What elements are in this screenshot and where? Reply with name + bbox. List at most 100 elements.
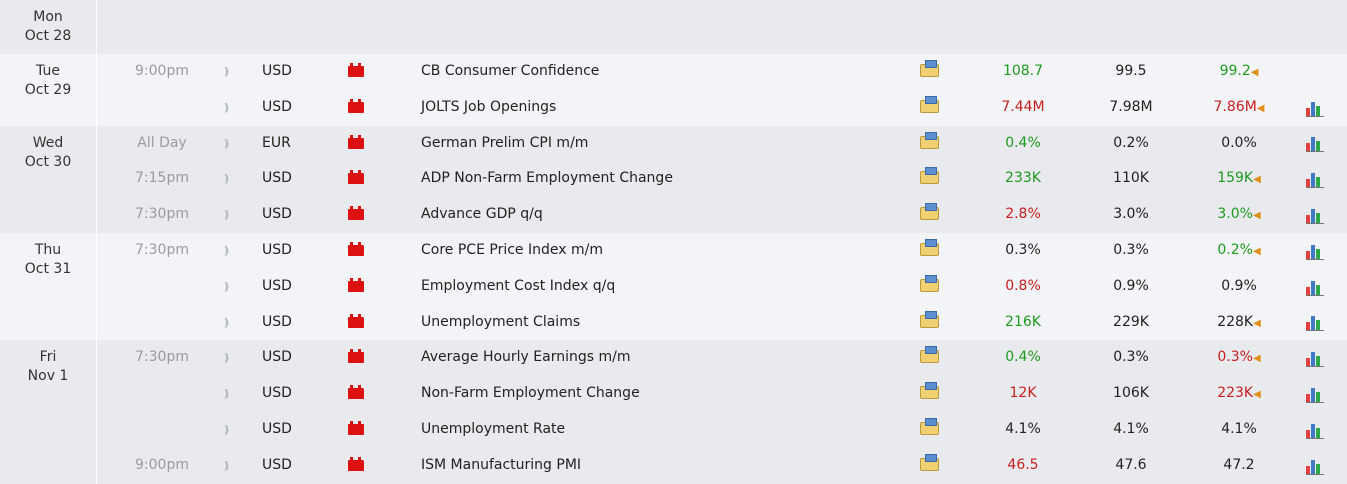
currency-flag-icon xyxy=(348,54,366,90)
previous-value: 0.0% xyxy=(1194,126,1284,162)
event-time xyxy=(98,412,226,448)
event-row[interactable]: 9:00pm)) USD CB Consumer Confidence 108.7 99… xyxy=(98,54,1347,90)
event-currency: USD xyxy=(262,313,292,330)
detail-folder-icon[interactable] xyxy=(920,54,940,90)
chart-icon[interactable] xyxy=(1306,305,1328,341)
day-group: Thu Oct 31 7:30pm)) USD Core PCE Price Index… xyxy=(0,232,1347,341)
date-cell: Mon Oct 28 xyxy=(0,0,97,54)
currency-flag-icon xyxy=(348,340,366,376)
event-name[interactable]: German Prelim CPI m/m xyxy=(421,126,881,162)
revised-marker-icon: ◀ xyxy=(1253,174,1261,186)
detail-folder-icon[interactable] xyxy=(920,448,940,484)
event-row[interactable]: )) USD Non-Farm Employment Change 12K 106K 22… xyxy=(98,376,1347,412)
chart-icon[interactable] xyxy=(1306,126,1328,162)
event-name[interactable]: CB Consumer Confidence xyxy=(421,54,881,90)
chart-icon[interactable] xyxy=(1306,161,1328,197)
forecast-value: 110K xyxy=(1113,170,1149,187)
forecast-value: 0.9% xyxy=(1113,277,1149,294)
detail-folder-icon[interactable] xyxy=(920,412,940,448)
detail-folder-icon[interactable] xyxy=(920,269,940,305)
detail-folder-icon[interactable] xyxy=(920,376,940,412)
actual-value: 46.5 xyxy=(1007,456,1039,473)
event-name[interactable]: Unemployment Rate xyxy=(421,412,881,448)
detail-folder-icon[interactable] xyxy=(920,90,940,126)
chart-icon[interactable] xyxy=(1306,448,1328,484)
day-group: Wed Oct 30 All Day)) EUR German Prelim CPI m… xyxy=(0,125,1347,233)
previous-value: 223K◀ xyxy=(1194,376,1284,412)
event-rows: 7:30pm)) USD Average Hourly Earnings m/m 0.… xyxy=(98,340,1347,483)
event-row[interactable]: )) USD JOLTS Job Openings 7.44M 7.98M 7.86M◀ xyxy=(98,90,1347,126)
event-name[interactable]: ADP Non-Farm Employment Change xyxy=(421,161,881,197)
forecast-value: 3.0% xyxy=(1113,206,1149,223)
date-cell: Thu Oct 31 xyxy=(0,232,97,341)
detail-folder-icon[interactable] xyxy=(920,161,940,197)
event-rows: 9:00pm)) USD CB Consumer Confidence 108.7 99… xyxy=(98,54,1347,126)
event-name[interactable]: Average Hourly Earnings m/m xyxy=(421,340,881,376)
chart-icon[interactable] xyxy=(1306,269,1328,305)
impact-icon: )) xyxy=(223,422,230,436)
actual-value: 0.4% xyxy=(1005,349,1041,366)
detail-folder-icon[interactable] xyxy=(920,197,940,233)
impact-icon: )) xyxy=(223,279,230,293)
event-name[interactable]: ISM Manufacturing PMI xyxy=(421,448,881,484)
revised-marker-icon: ◀ xyxy=(1252,210,1261,222)
previous-value: 3.0%◀ xyxy=(1194,197,1284,233)
event-currency: USD xyxy=(262,206,292,223)
event-name[interactable]: Advance GDP q/q xyxy=(421,197,881,233)
event-row[interactable]: 7:30pm)) USD Advance GDP q/q 2.8% 3.0% 3.0%◀ xyxy=(98,197,1347,233)
chart-icon[interactable] xyxy=(1306,90,1328,126)
event-row[interactable]: 7:30pm)) USD Average Hourly Earnings m/m 0.… xyxy=(98,340,1347,376)
impact-icon: )) xyxy=(223,243,230,257)
revised-marker-icon: ◀ xyxy=(1252,245,1261,257)
day-name: Thu xyxy=(34,241,62,258)
detail-folder-icon[interactable] xyxy=(920,340,940,376)
event-row[interactable]: 7:30pm)) USD Core PCE Price Index m/m 0.3% 0… xyxy=(98,233,1347,269)
event-currency: USD xyxy=(262,277,292,294)
event-row[interactable]: )) USD Unemployment Claims 216K 229K 228K◀ xyxy=(98,305,1347,341)
event-row[interactable]: All Day)) EUR German Prelim CPI m/m 0.4% 0.2… xyxy=(98,126,1347,162)
impact-icon: )) xyxy=(223,315,230,329)
date-cell: Tue Oct 29 xyxy=(0,54,97,126)
event-time xyxy=(98,305,226,341)
chart-icon[interactable] xyxy=(1306,376,1328,412)
event-time: 9:00pm xyxy=(135,456,189,473)
event-row[interactable]: 7:15pm)) USD ADP Non-Farm Employment Chang… xyxy=(98,161,1347,197)
chart-icon[interactable] xyxy=(1306,233,1328,269)
detail-folder-icon[interactable] xyxy=(920,305,940,341)
currency-flag-icon xyxy=(348,197,366,233)
event-name[interactable]: Employment Cost Index q/q xyxy=(421,269,881,305)
event-name[interactable]: Non-Farm Employment Change xyxy=(421,376,881,412)
day-name: Fri xyxy=(39,349,57,366)
chart-icon[interactable] xyxy=(1306,197,1328,233)
event-time: 7:15pm xyxy=(135,170,189,187)
event-currency: USD xyxy=(262,241,292,258)
chart-icon[interactable] xyxy=(1306,412,1328,448)
actual-value: 0.3% xyxy=(1005,241,1041,258)
previous-text: 0.0% xyxy=(1221,134,1257,151)
forecast-value: 106K xyxy=(1113,385,1149,402)
chart-icon[interactable] xyxy=(1306,340,1328,376)
impact-icon: )) xyxy=(223,458,230,472)
event-name[interactable]: Core PCE Price Index m/m xyxy=(421,233,881,269)
event-row[interactable]: )) USD Employment Cost Index q/q 0.8% 0.9% 0.… xyxy=(98,269,1347,305)
detail-folder-icon[interactable] xyxy=(920,126,940,162)
detail-folder-icon[interactable] xyxy=(920,233,940,269)
event-time: 7:30pm xyxy=(135,241,189,258)
event-name[interactable]: JOLTS Job Openings xyxy=(421,90,881,126)
event-currency: USD xyxy=(262,385,292,402)
event-currency: USD xyxy=(262,456,292,473)
event-time: All Day xyxy=(137,134,187,151)
forecast-value: 0.2% xyxy=(1113,134,1149,151)
currency-flag-icon xyxy=(348,305,366,341)
actual-value: 4.1% xyxy=(1005,420,1041,437)
previous-text: 159K xyxy=(1217,170,1254,187)
forecast-value: 7.98M xyxy=(1109,98,1153,115)
event-row[interactable]: )) USD Unemployment Rate 4.1% 4.1% 4.1% xyxy=(98,412,1347,448)
impact-icon: )) xyxy=(223,100,230,114)
impact-icon: )) xyxy=(223,172,230,186)
previous-text: 3.0% xyxy=(1217,206,1253,223)
event-name[interactable]: Unemployment Claims xyxy=(421,305,881,341)
previous-text: 47.2 xyxy=(1223,456,1255,473)
event-row[interactable]: 9:00pm)) USD ISM Manufacturing PMI 46.5 47.6… xyxy=(98,448,1347,484)
impact-icon: )) xyxy=(223,208,230,222)
